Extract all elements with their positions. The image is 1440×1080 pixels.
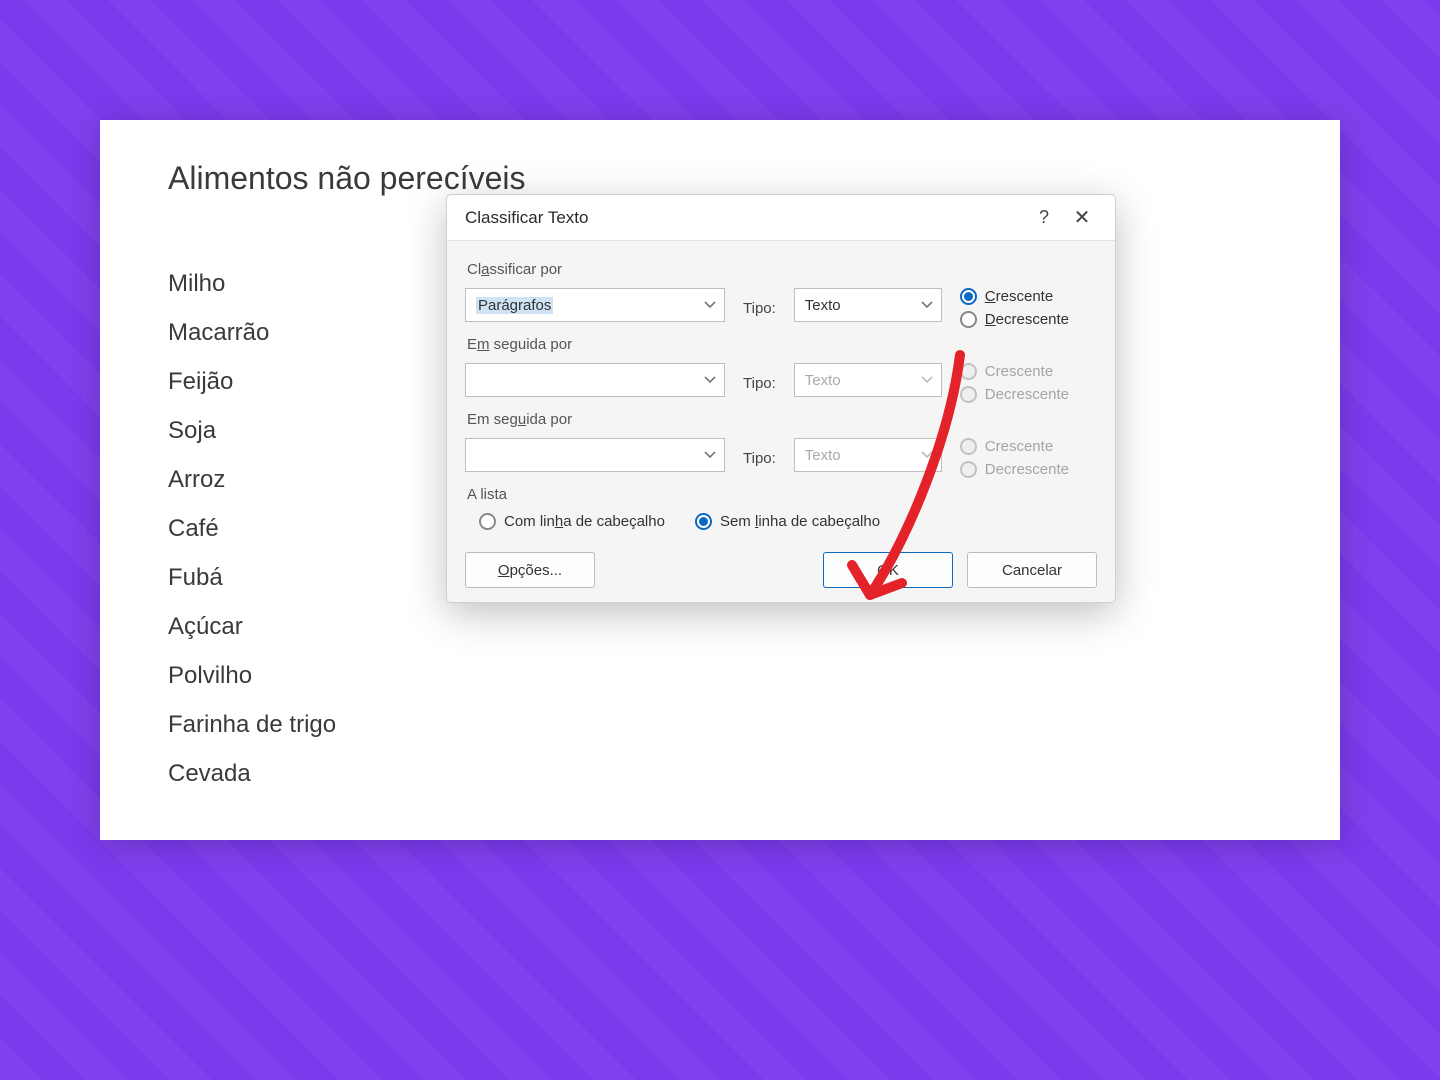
dialog-body: Classificar por Parágrafos Tipo: Texto bbox=[447, 241, 1115, 602]
sort3-desc-radio: Decrescente bbox=[960, 461, 1069, 478]
without-header-radio[interactable]: Sem linha de cabeçalho bbox=[695, 513, 880, 530]
list-item: Fubá bbox=[168, 566, 336, 590]
page-title: Alimentos não perecíveis bbox=[168, 160, 526, 197]
sort-row-2: Tipo: Texto Crescente Decrescente bbox=[465, 363, 1097, 403]
list-item: Milho bbox=[168, 272, 336, 296]
list-item: Soja bbox=[168, 419, 336, 443]
options-button[interactable]: Opções... bbox=[465, 552, 595, 588]
sort1-order-group: Crescente Decrescente bbox=[960, 288, 1069, 328]
cancel-button[interactable]: Cancelar bbox=[967, 552, 1097, 588]
dialog-titlebar[interactable]: Classificar Texto ? ✕ bbox=[447, 195, 1115, 241]
radio-disabled-icon bbox=[960, 363, 977, 380]
sort3-asc-radio: Crescente bbox=[960, 438, 1069, 455]
chevron-down-icon bbox=[704, 374, 716, 386]
ok-button[interactable]: OK bbox=[823, 552, 953, 588]
radio-checked-icon bbox=[695, 513, 712, 530]
sort2-desc-radio: Decrescente bbox=[960, 386, 1069, 403]
sort3-type-value: Texto bbox=[805, 447, 841, 464]
then-by-1-label: Em seguida por bbox=[467, 336, 1097, 353]
chevron-down-icon bbox=[704, 299, 716, 311]
then-by-2-label: Em seguida por bbox=[467, 411, 1097, 428]
sort1-field-value: Parágrafos bbox=[476, 297, 553, 314]
radio-disabled-icon bbox=[960, 386, 977, 403]
close-button[interactable]: ✕ bbox=[1063, 201, 1101, 235]
tipo-label: Tipo: bbox=[743, 300, 776, 317]
list-item: Arroz bbox=[168, 468, 336, 492]
sort1-type-combo[interactable]: Texto bbox=[794, 288, 942, 322]
radio-unchecked-icon bbox=[960, 311, 977, 328]
sort3-order-group: Crescente Decrescente bbox=[960, 438, 1069, 478]
list-label: A lista bbox=[467, 486, 1097, 503]
sort1-field-combo[interactable]: Parágrafos bbox=[465, 288, 725, 322]
dialog-footer: Opções... OK Cancelar bbox=[465, 546, 1097, 588]
chevron-down-icon bbox=[921, 374, 933, 386]
sort1-type-value: Texto bbox=[805, 297, 841, 314]
with-header-radio[interactable]: Com linha de cabeçalho bbox=[479, 513, 665, 530]
sort-row-3: Tipo: Texto Crescente Decrescente bbox=[465, 438, 1097, 478]
list-item: Farinha de trigo bbox=[168, 713, 336, 737]
sort2-type-value: Texto bbox=[805, 372, 841, 389]
document-page: Alimentos não perecíveis Milho Macarrão … bbox=[100, 120, 1340, 840]
list-section: A lista Com linha de cabeçalho Sem linha… bbox=[465, 486, 1097, 530]
radio-disabled-icon bbox=[960, 461, 977, 478]
sort2-order-group: Crescente Decrescente bbox=[960, 363, 1069, 403]
sort-text-dialog: Classificar Texto ? ✕ Classificar por Pa… bbox=[446, 194, 1116, 603]
chevron-down-icon bbox=[704, 449, 716, 461]
sort1-asc-radio[interactable]: Crescente bbox=[960, 288, 1069, 305]
sort3-field-combo[interactable] bbox=[465, 438, 725, 472]
sort3-type-combo[interactable]: Texto bbox=[794, 438, 942, 472]
radio-unchecked-icon bbox=[479, 513, 496, 530]
list-item: Cevada bbox=[168, 762, 336, 786]
list-item: Açúcar bbox=[168, 615, 336, 639]
dialog-title: Classificar Texto bbox=[465, 208, 1025, 228]
sort2-type-combo[interactable]: Texto bbox=[794, 363, 942, 397]
chevron-down-icon bbox=[921, 299, 933, 311]
list-header-row: Com linha de cabeçalho Sem linha de cabe… bbox=[479, 513, 1097, 530]
sort2-asc-radio: Crescente bbox=[960, 363, 1069, 380]
sort1-desc-radio[interactable]: Decrescente bbox=[960, 311, 1069, 328]
list-item: Café bbox=[168, 517, 336, 541]
list-item: Macarrão bbox=[168, 321, 336, 345]
help-button[interactable]: ? bbox=[1025, 201, 1063, 235]
list-item: Polvilho bbox=[168, 664, 336, 688]
chevron-down-icon bbox=[921, 449, 933, 461]
sort2-field-combo[interactable] bbox=[465, 363, 725, 397]
tipo-label: Tipo: bbox=[743, 375, 776, 392]
sort-by-label: Classificar por bbox=[467, 261, 1097, 278]
list-item: Feijão bbox=[168, 370, 336, 394]
tipo-label: Tipo: bbox=[743, 450, 776, 467]
sort-row-1: Parágrafos Tipo: Texto Crescente bbox=[465, 288, 1097, 328]
food-list: Milho Macarrão Feijão Soja Arroz Café Fu… bbox=[168, 272, 336, 811]
radio-checked-icon bbox=[960, 288, 977, 305]
radio-disabled-icon bbox=[960, 438, 977, 455]
